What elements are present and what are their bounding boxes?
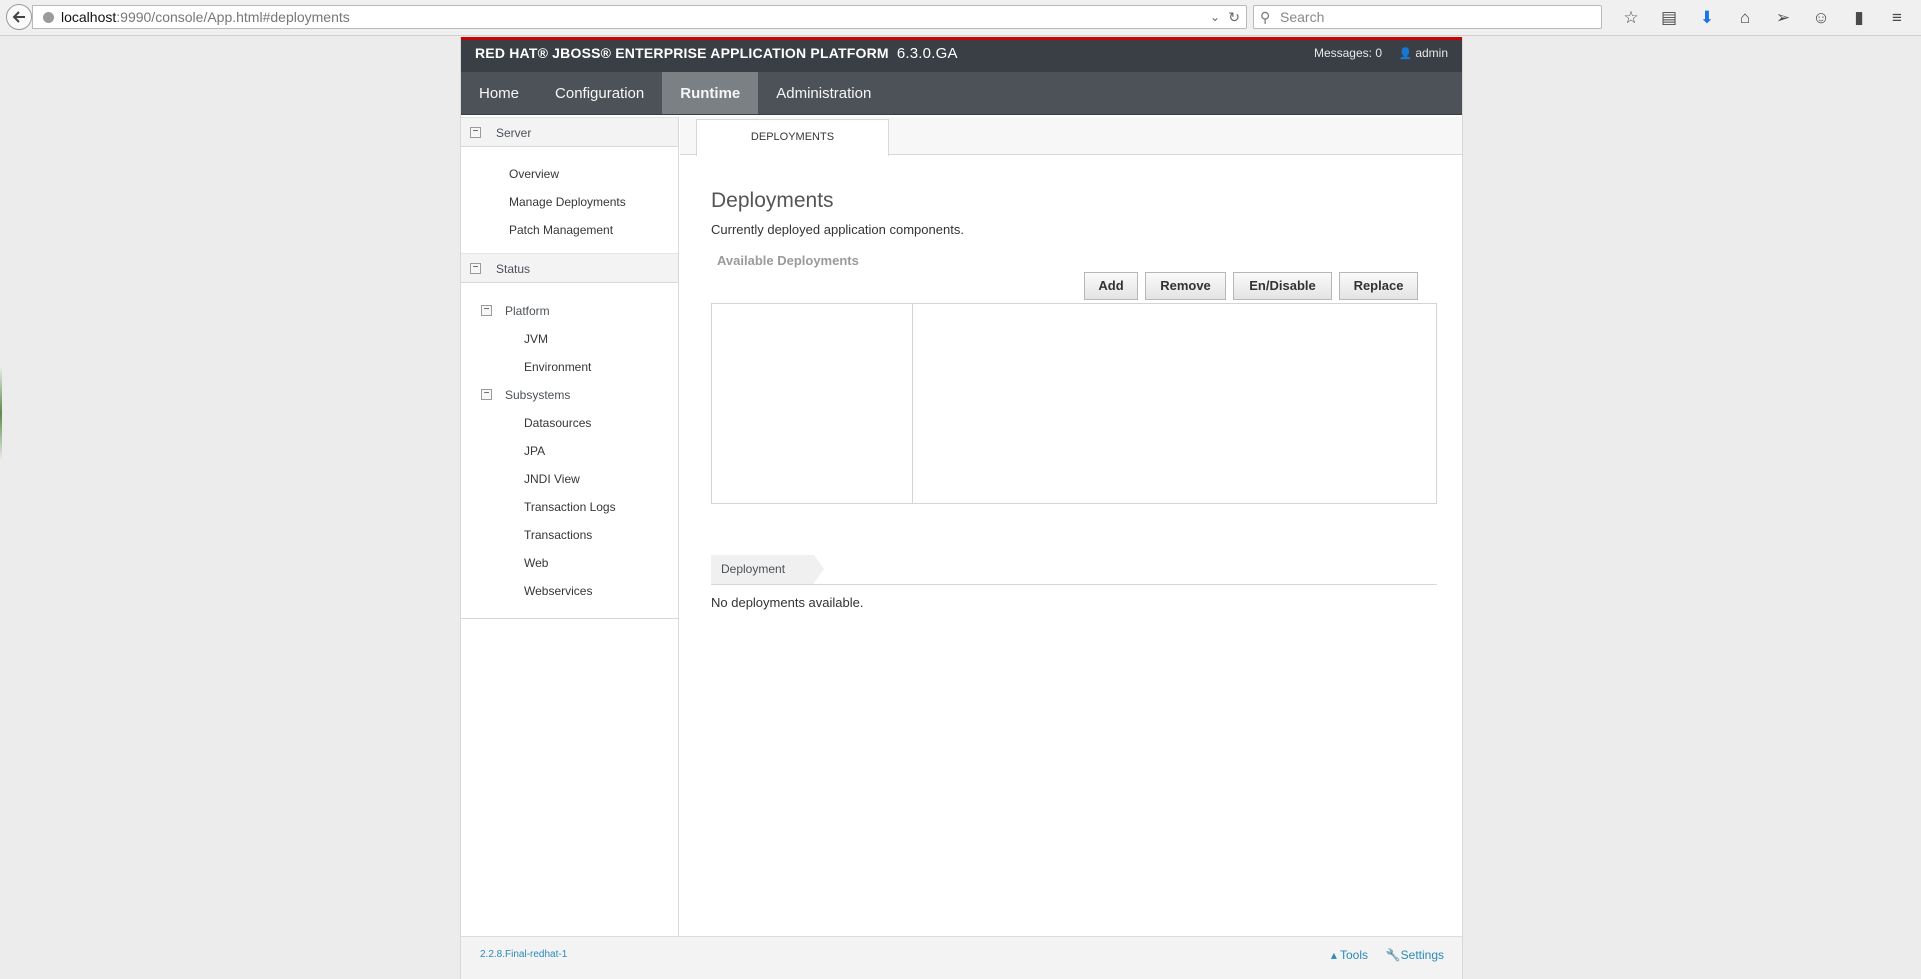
search-icon: ⚲ <box>1260 9 1271 25</box>
extension-icon[interactable]: ▮ <box>1840 4 1878 32</box>
detail-divider <box>711 584 1437 585</box>
remove-button[interactable]: Remove <box>1145 272 1226 300</box>
nav-administration[interactable]: Administration <box>758 72 889 114</box>
tab-deployments[interactable]: DEPLOYMENTS <box>696 119 889 156</box>
address-bar[interactable]: localhost:9990/console/App.html#deployme… <box>32 5 1247 29</box>
add-button[interactable]: Add <box>1084 272 1138 300</box>
subsystems-collapse-icon[interactable]: − <box>481 389 492 400</box>
user-name: admin <box>1415 46 1448 60</box>
available-deployments-heading: Available Deployments <box>717 253 859 268</box>
sidebar-item-jndi-view[interactable]: JNDI View <box>524 472 580 486</box>
sidebar-item-overview[interactable]: Overview <box>509 167 559 181</box>
reload-icon[interactable]: ↻ <box>1228 6 1240 28</box>
wrench-icon: 🔧 <box>1385 948 1401 962</box>
sidebar-item-transactions[interactable]: Transactions <box>524 528 592 542</box>
collapse-icon[interactable]: − <box>470 263 481 274</box>
sidebar-section-label: Server <box>496 126 532 140</box>
sidebar-section-status[interactable]: − Status <box>461 253 678 283</box>
management-console: RED HAT® JBOSS® ENTERPRISE APPLICATION P… <box>460 37 1463 979</box>
main-nav: Home Configuration Runtime Administratio… <box>461 72 1462 115</box>
main-content: DEPLOYMENTS Deployments Currently deploy… <box>680 117 1462 936</box>
en-disable-button[interactable]: En/Disable <box>1233 272 1332 300</box>
sidebar-section-label: Status <box>496 262 531 276</box>
window-edge <box>0 36 2 979</box>
deployments-browser <box>711 303 1437 504</box>
sidebar-item-patch-management[interactable]: Patch Management <box>509 223 613 237</box>
tools-label: Tools <box>1339 948 1368 962</box>
back-arrow-icon <box>12 11 25 23</box>
sidebar-group-subsystems[interactable]: Subsystems <box>505 388 570 402</box>
sidebar: − Server Overview Manage Deployments Pat… <box>461 117 679 936</box>
sidebar-section-server[interactable]: − Server <box>461 117 678 147</box>
nav-configuration[interactable]: Configuration <box>537 72 662 114</box>
sidebar-item-web[interactable]: Web <box>524 556 548 570</box>
sidebar-item-datasources[interactable]: Datasources <box>524 416 591 430</box>
sidebar-item-jpa[interactable]: JPA <box>524 444 545 458</box>
chat-icon[interactable]: ☺ <box>1802 4 1840 32</box>
footer-version-link[interactable]: 2.2.8.Final-redhat-1 <box>480 949 567 960</box>
brand-header: RED HAT® JBOSS® ENTERPRISE APPLICATION P… <box>461 37 1462 72</box>
url-path: :9990/console/App.html#deployments <box>116 9 350 25</box>
nav-runtime[interactable]: Runtime <box>662 72 759 114</box>
send-icon[interactable]: ➢ <box>1764 4 1802 32</box>
sidebar-item-webservices[interactable]: Webservices <box>524 584 592 598</box>
bookmark-star-icon[interactable]: ☆ <box>1612 4 1650 32</box>
site-info-icon[interactable] <box>43 12 54 23</box>
product-version: 6.3.0.GA <box>896 45 958 62</box>
replace-button[interactable]: Replace <box>1339 272 1418 300</box>
back-button[interactable] <box>6 4 32 30</box>
page-description: Currently deployed application component… <box>711 222 964 237</box>
home-icon[interactable]: ⌂ <box>1726 4 1764 32</box>
sidebar-divider <box>461 618 678 619</box>
browser-toolbar-icons: ☆ ▤ ⬇ ⌂ ➢ ☺ ▮ ≡ <box>1612 4 1917 32</box>
sidebar-item-jvm[interactable]: JVM <box>524 332 548 346</box>
footer: 2.2.8.Final-redhat-1 ▴ Tools 🔧Settings <box>461 936 1462 979</box>
download-icon[interactable]: ⬇ <box>1688 4 1726 32</box>
empty-message: No deployments available. <box>711 595 864 610</box>
menu-icon[interactable]: ≡ <box>1878 4 1916 32</box>
sidebar-group-platform[interactable]: Platform <box>505 304 550 318</box>
deployments-list-column[interactable] <box>712 304 913 503</box>
sidebar-item-transaction-logs[interactable]: Transaction Logs <box>524 500 616 514</box>
sidebar-item-manage-deployments[interactable]: Manage Deployments <box>509 195 626 209</box>
caret-up-icon: ▴ <box>1330 948 1340 962</box>
url-dropdown-icon[interactable]: ⌄ <box>1210 6 1220 28</box>
tools-link[interactable]: ▴ Tools <box>1331 948 1368 962</box>
sidebar-item-environment[interactable]: Environment <box>524 360 591 374</box>
page-title: Deployments <box>711 189 834 212</box>
settings-link[interactable]: 🔧Settings <box>1386 948 1444 962</box>
deployment-detail-tab[interactable]: Deployment <box>711 555 824 584</box>
browser-toolbar: localhost:9990/console/App.html#deployme… <box>0 0 1921 36</box>
nav-home[interactable]: Home <box>461 72 537 114</box>
user-icon: 👤 <box>1398 48 1413 60</box>
platform-collapse-icon[interactable]: − <box>481 305 492 316</box>
collapse-icon[interactable]: − <box>470 127 481 138</box>
reading-list-icon[interactable]: ▤ <box>1650 4 1688 32</box>
tab-strip: DEPLOYMENTS <box>680 117 1462 156</box>
product-name: RED HAT® JBOSS® ENTERPRISE APPLICATION P… <box>475 45 889 61</box>
product-title: RED HAT® JBOSS® ENTERPRISE APPLICATION P… <box>475 45 958 62</box>
user-menu[interactable]: 👤 admin <box>1399 46 1448 60</box>
search-placeholder: Search <box>1280 9 1325 25</box>
settings-label: Settings <box>1400 948 1444 962</box>
messages-link[interactable]: Messages: 0 <box>1314 46 1382 60</box>
search-input[interactable]: ⚲ Search <box>1253 5 1602 29</box>
url-host: localhost <box>61 9 117 25</box>
